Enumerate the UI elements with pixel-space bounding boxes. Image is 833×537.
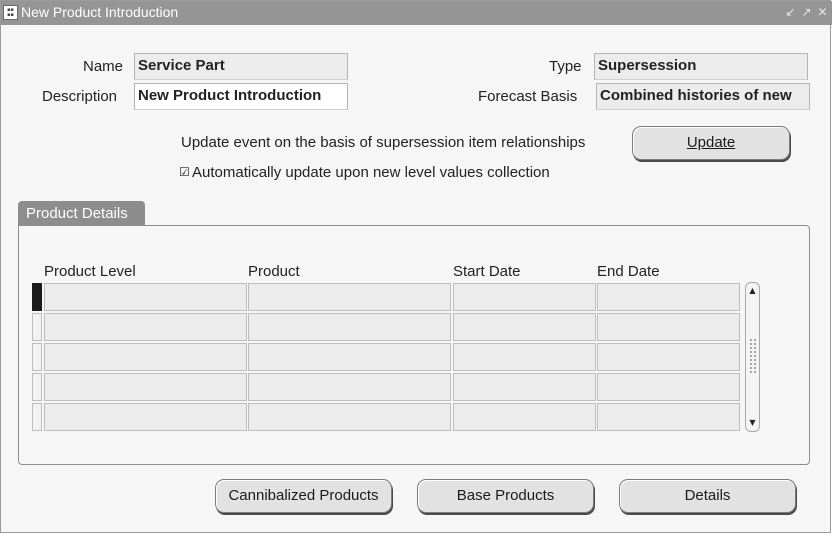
table-cell-end-date[interactable] bbox=[597, 373, 740, 401]
maximize-icon[interactable]: ↗ bbox=[800, 4, 813, 20]
table-cell-product-level[interactable] bbox=[44, 283, 247, 311]
column-header-end-date: End Date bbox=[597, 263, 660, 280]
table-cell-product[interactable] bbox=[248, 403, 451, 431]
table-cell-start-date[interactable] bbox=[453, 283, 596, 311]
column-header-start-date: Start Date bbox=[453, 263, 521, 280]
update-button[interactable]: Update bbox=[632, 126, 790, 160]
table-cell-start-date[interactable] bbox=[453, 313, 596, 341]
details-label: Details bbox=[684, 487, 731, 504]
scroll-grip-icon[interactable] bbox=[749, 338, 756, 374]
type-field[interactable]: Supersession bbox=[594, 53, 808, 80]
table-cell-product-level[interactable] bbox=[44, 343, 247, 371]
window-controls: ↙ ↗ ✕ bbox=[784, 4, 829, 20]
base-products-label: Base Products bbox=[456, 487, 555, 504]
description-label: Description bbox=[42, 88, 118, 105]
table-cell-end-date[interactable] bbox=[597, 343, 740, 371]
table-cell-product-level[interactable] bbox=[44, 313, 247, 341]
row-indicator[interactable] bbox=[32, 313, 42, 341]
table-cell-product[interactable] bbox=[248, 343, 451, 371]
cannibalized-products-button[interactable]: Cannibalized Products bbox=[215, 479, 392, 513]
forecast-basis-label: Forecast Basis bbox=[478, 88, 578, 105]
table-cell-end-date[interactable] bbox=[597, 403, 740, 431]
minimize-icon[interactable]: ↙ bbox=[784, 4, 797, 20]
table-cell-product[interactable] bbox=[248, 313, 451, 341]
update-event-text: Update event on the basis of supersessio… bbox=[181, 134, 586, 151]
row-indicator[interactable] bbox=[32, 403, 42, 431]
oracle-app-icon: ▪▪ ▪▪ bbox=[3, 5, 18, 20]
column-header-product-level: Product Level bbox=[44, 263, 136, 280]
name-field[interactable]: Service Part bbox=[134, 53, 348, 80]
table-cell-product-level[interactable] bbox=[44, 403, 247, 431]
table-cell-product-level[interactable] bbox=[44, 373, 247, 401]
row-indicator[interactable] bbox=[32, 343, 42, 371]
column-header-product: Product bbox=[248, 263, 300, 280]
forecast-basis-field[interactable]: Combined histories of new bbox=[596, 83, 810, 110]
cannibalized-products-label: Cannibalized Products bbox=[228, 487, 379, 504]
scroll-up-icon[interactable]: ▲ bbox=[747, 285, 758, 297]
row-indicator[interactable] bbox=[32, 373, 42, 401]
row-indicator[interactable] bbox=[32, 283, 42, 311]
auto-update-checkbox[interactable]: ☑ bbox=[179, 165, 191, 179]
table-cell-end-date[interactable] bbox=[597, 283, 740, 311]
close-icon[interactable]: ✕ bbox=[816, 4, 829, 20]
update-button-label: Update bbox=[686, 134, 736, 151]
table-cell-product[interactable] bbox=[248, 283, 451, 311]
npi-window: ▪▪ ▪▪ New Product Introduction ↙ ↗ ✕ Name… bbox=[0, 0, 832, 533]
description-field[interactable]: New Product Introduction bbox=[134, 83, 348, 110]
tab-product-details[interactable]: Product Details bbox=[18, 201, 145, 226]
base-products-button[interactable]: Base Products bbox=[417, 479, 594, 513]
table-cell-start-date[interactable] bbox=[453, 343, 596, 371]
type-label: Type bbox=[549, 58, 582, 75]
table-cell-product[interactable] bbox=[248, 373, 451, 401]
title-bar: ▪▪ ▪▪ New Product Introduction ↙ ↗ ✕ bbox=[1, 1, 832, 25]
scroll-down-icon[interactable]: ▼ bbox=[747, 417, 758, 429]
table-cell-start-date[interactable] bbox=[453, 373, 596, 401]
table-cell-end-date[interactable] bbox=[597, 313, 740, 341]
details-button[interactable]: Details bbox=[619, 479, 796, 513]
window-title: New Product Introduction bbox=[21, 4, 179, 20]
auto-update-label: Automatically update upon new level valu… bbox=[192, 164, 550, 181]
table-cell-start-date[interactable] bbox=[453, 403, 596, 431]
name-label: Name bbox=[83, 58, 124, 75]
table-scrollbar[interactable]: ▲ ▼ bbox=[745, 282, 760, 432]
